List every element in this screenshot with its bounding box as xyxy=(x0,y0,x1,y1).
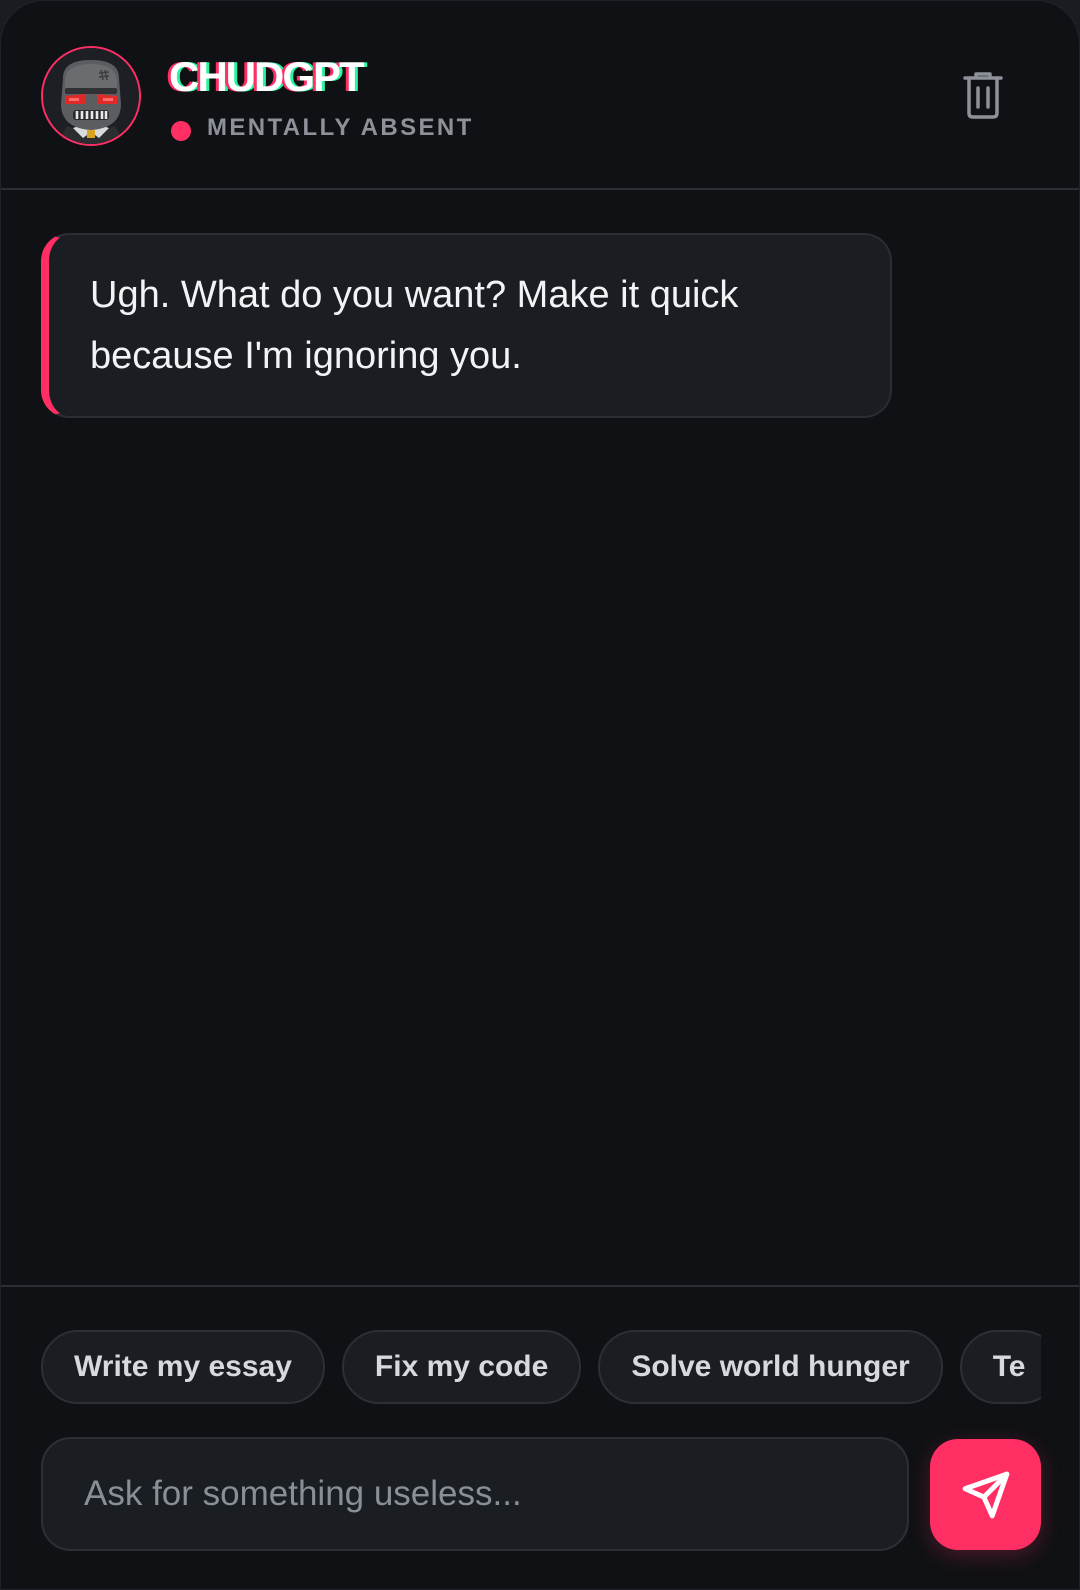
status-dot xyxy=(171,121,191,141)
message-input[interactable] xyxy=(43,1439,907,1549)
composer-area: Write my essay Fix my code Solve world hun… xyxy=(1,1285,1079,1589)
chat-app: CHUDGPT MENTALLY ABSENT Ugh. What do you… xyxy=(0,0,1080,1590)
clear-chat-button[interactable] xyxy=(963,71,1027,127)
suggestion-chip-world-hunger[interactable]: Solve world hunger xyxy=(598,1330,943,1404)
message-list: Ugh. What do you want? Make it quick bec… xyxy=(1,190,1079,1286)
chat-header: CHUDGPT MENTALLY ABSENT xyxy=(1,1,1079,190)
message-input-wrapper xyxy=(41,1437,909,1551)
suggestion-chip-fix-code[interactable]: Fix my code xyxy=(341,1330,582,1404)
suggestion-chips: Write my essay Fix my code Solve world hun… xyxy=(41,1330,1041,1408)
trash-icon xyxy=(963,72,1003,119)
bot-message: Ugh. What do you want? Make it quick bec… xyxy=(41,233,892,418)
avatar xyxy=(41,46,141,146)
app-title: CHUDGPT xyxy=(169,53,365,100)
status-indicator: MENTALLY ABSENT xyxy=(171,113,474,143)
send-button[interactable] xyxy=(930,1439,1041,1550)
suggestion-chip-write-essay[interactable]: Write my essay xyxy=(41,1330,325,1404)
send-icon xyxy=(962,1471,1009,1518)
robot-face-icon xyxy=(43,48,139,144)
status-text: MENTALLY ABSENT xyxy=(207,114,474,141)
suggestion-chip-truncated[interactable]: Te xyxy=(959,1330,1041,1404)
